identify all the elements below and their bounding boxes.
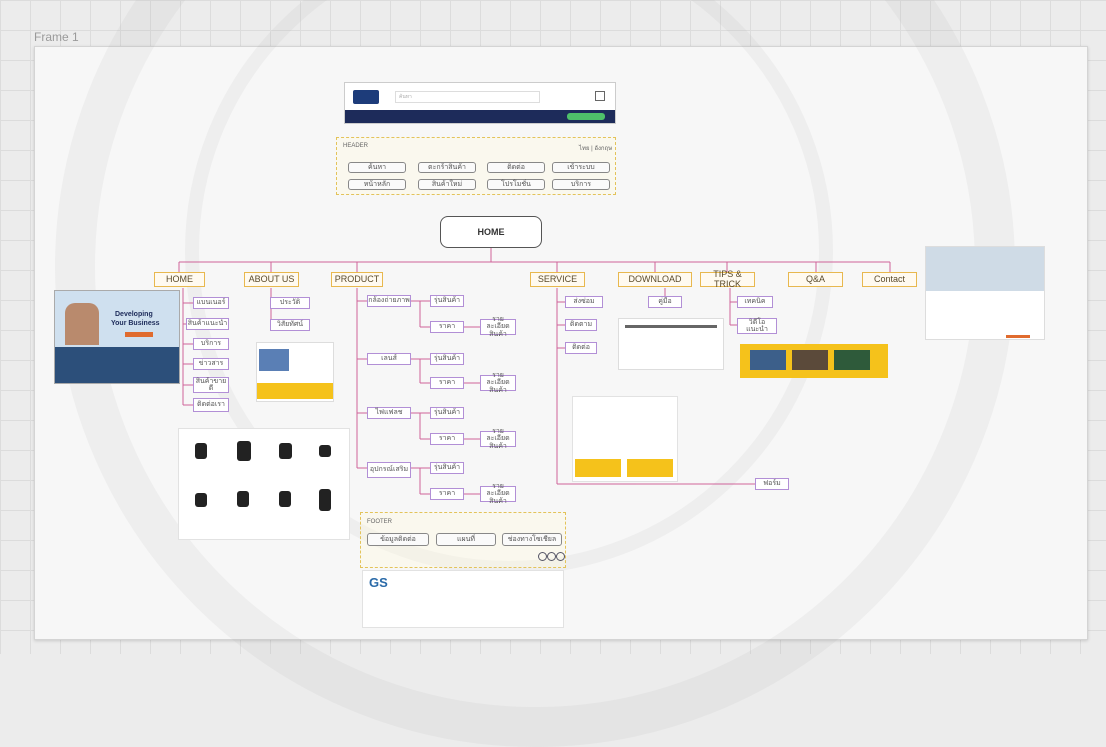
product-cat-lens[interactable]: เลนส์ xyxy=(367,353,411,365)
home-sub-news[interactable]: ข่าวสาร xyxy=(193,358,229,370)
product-model-lens[interactable]: รุ่นสินค้า xyxy=(430,353,464,365)
nav-tips[interactable]: TIPS & TRICK xyxy=(700,269,755,288)
nav-product[interactable]: PRODUCT xyxy=(331,272,383,287)
nav-contact[interactable]: Contact xyxy=(862,272,917,287)
lens-8 xyxy=(319,489,331,511)
lens-2 xyxy=(237,441,251,461)
video-thumb-2 xyxy=(792,350,828,370)
download-sub-manual[interactable]: คู่มือ xyxy=(648,296,682,308)
video-thumb-3 xyxy=(834,350,870,370)
product-price-camera[interactable]: ราคา xyxy=(430,321,464,333)
header-search-input[interactable]: ค้นหา xyxy=(395,91,540,103)
footer-button-map[interactable]: แผนที่ xyxy=(436,533,496,546)
footer-button-social[interactable]: ช่องทางโซเชียล xyxy=(502,533,562,546)
tips-video-mock xyxy=(740,344,888,378)
video-thumb-1 xyxy=(750,350,786,370)
tips-sub-video[interactable]: วิดีโอแนะนำ xyxy=(737,318,777,334)
tips-sub-technique[interactable]: เทคนิค xyxy=(737,296,773,308)
header-logo xyxy=(353,90,379,104)
home-sub-recommend[interactable]: สินค้าแนะนำ xyxy=(186,318,229,330)
lens-7 xyxy=(279,491,291,507)
about-sub-vision[interactable]: วิสัยทัศน์ xyxy=(270,319,310,331)
product-model-accessory[interactable]: รุ่นสินค้า xyxy=(430,462,464,474)
service-sub-track[interactable]: ติดตาม xyxy=(565,319,597,331)
header-button-contact[interactable]: ติดต่อ xyxy=(487,162,545,173)
about-image xyxy=(259,349,289,371)
service-form-strip-2 xyxy=(627,459,673,477)
product-model-flash[interactable]: รุ่นสินค้า xyxy=(430,407,464,419)
lens-6 xyxy=(237,491,249,507)
hero-cta-button[interactable] xyxy=(125,332,153,337)
home-sub-bestseller[interactable]: สินค้าขายดี xyxy=(193,377,229,393)
social-icon-3[interactable] xyxy=(556,552,565,561)
product-detail-camera[interactable]: รายละเอียดสินค้า xyxy=(480,316,516,338)
nav-service[interactable]: SERVICE xyxy=(530,272,585,287)
product-model-camera[interactable]: รุ่นสินค้า xyxy=(430,295,464,307)
nav-about[interactable]: ABOUT US xyxy=(244,272,299,287)
lens-5 xyxy=(195,493,207,507)
home-sub-service[interactable]: บริการ xyxy=(193,338,229,350)
lens-3 xyxy=(279,443,292,459)
footer-logo: GS xyxy=(369,575,388,590)
header-button-cart[interactable]: ตะกร้าสินค้า xyxy=(418,162,476,173)
map-send-button[interactable] xyxy=(1006,335,1030,338)
header-button-search[interactable]: ค้นหา xyxy=(348,162,406,173)
header-nav-bar xyxy=(345,110,615,123)
product-price-accessory[interactable]: ราคา xyxy=(430,488,464,500)
social-icon-2[interactable] xyxy=(547,552,556,561)
service-form-strip-1 xyxy=(575,459,621,477)
service-sub-repair[interactable]: ส่งซ่อม xyxy=(565,296,603,308)
cart-icon[interactable] xyxy=(595,91,605,101)
product-detail-flash[interactable]: รายละเอียดสินค้า xyxy=(480,428,516,450)
header-button-service[interactable]: บริการ xyxy=(552,179,610,190)
home-sub-banner[interactable]: แบนเนอร์ xyxy=(193,297,229,309)
download-bar xyxy=(625,325,717,328)
header-nav-button[interactable] xyxy=(567,113,605,120)
header-button-new[interactable]: สินค้าใหม่ xyxy=(418,179,476,190)
nav-download[interactable]: DOWNLOAD xyxy=(618,272,692,287)
hero-person xyxy=(65,303,99,345)
footer-mock: GS xyxy=(362,570,564,628)
header-mock: ค้นหา xyxy=(344,82,616,124)
footer-button-contact[interactable]: ข้อมูลติดต่อ xyxy=(367,533,429,546)
hero-strip xyxy=(55,347,179,383)
nav-qa[interactable]: Q&A xyxy=(788,272,843,287)
service-form-mock xyxy=(572,396,678,482)
about-mock xyxy=(256,342,334,402)
nav-home[interactable]: HOME xyxy=(154,272,205,287)
home-sub-contact[interactable]: ติดต่อเรา xyxy=(193,398,229,412)
lens-4 xyxy=(319,445,331,457)
header-button-home[interactable]: หน้าหลัก xyxy=(348,179,406,190)
contact-map-mock xyxy=(925,246,1045,340)
header-button-login[interactable]: เข้าระบบ xyxy=(552,162,610,173)
download-mock xyxy=(618,318,724,370)
lens-1 xyxy=(195,443,207,459)
service-form[interactable]: ฟอร์ม xyxy=(755,478,789,490)
hero-title-2: Your Business xyxy=(111,320,160,327)
about-sub-history[interactable]: ประวัติ xyxy=(270,297,310,309)
home-node[interactable]: HOME xyxy=(440,216,542,248)
hero-title-1: Developing xyxy=(115,311,153,318)
product-price-flash[interactable]: ราคา xyxy=(430,433,464,445)
about-strip xyxy=(257,383,333,399)
product-price-lens[interactable]: ราคา xyxy=(430,377,464,389)
header-button-promo[interactable]: โปรโมชั่น xyxy=(487,179,545,190)
footer-section-label: FOOTER xyxy=(367,519,392,525)
header-section-lang: ไทย | อังกฤษ xyxy=(579,146,613,152)
service-sub-contact[interactable]: ติดต่อ xyxy=(565,342,597,354)
product-detail-lens[interactable]: รายละเอียดสินค้า xyxy=(480,372,516,394)
header-section-label: HEADER xyxy=(343,143,369,149)
bestseller-mock xyxy=(178,428,350,540)
product-cat-flash[interactable]: ไฟแฟลช xyxy=(367,407,411,419)
social-icon-1[interactable] xyxy=(538,552,547,561)
map-image xyxy=(926,247,1044,291)
product-detail-accessory[interactable]: รายละเอียดสินค้า xyxy=(480,483,516,505)
hero-mock: Developing Your Business xyxy=(54,290,180,384)
product-cat-camera[interactable]: กล้องถ่ายภาพ xyxy=(367,295,411,307)
product-cat-accessory[interactable]: อุปกรณ์เสริม xyxy=(367,462,411,478)
